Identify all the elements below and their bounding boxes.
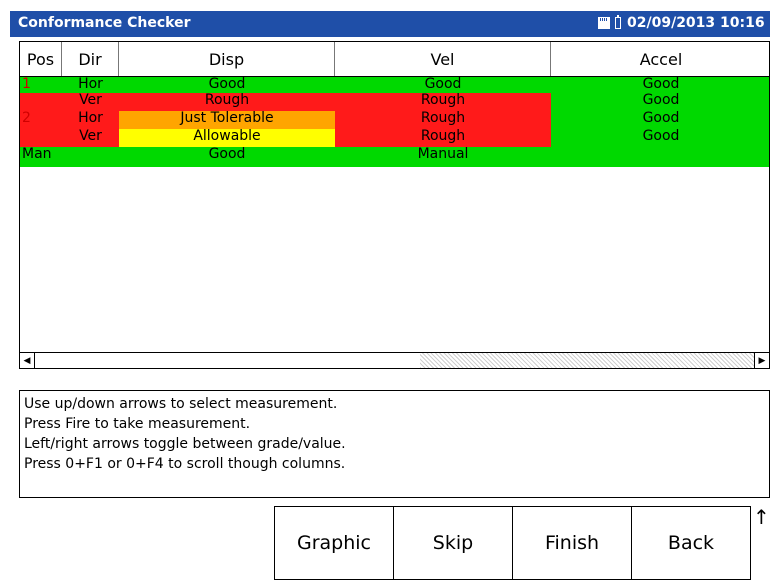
cell-vel: Manual	[335, 147, 551, 167]
cell-dir: Hor	[62, 111, 119, 129]
cell-pos	[20, 93, 62, 111]
cell-pos: 2	[20, 111, 62, 129]
column-header-accel: Accel	[551, 42, 769, 77]
cell-vel: Rough	[335, 129, 551, 147]
datetime: 02/09/2013 10:16	[627, 15, 765, 31]
cell-pos: Man	[20, 147, 62, 167]
sd-card-icon	[598, 17, 610, 29]
cell-pos: 1	[20, 77, 62, 93]
graphic-button[interactable]: Graphic	[274, 506, 394, 580]
column-header-dir: Dir	[62, 42, 119, 77]
cell-pos	[20, 129, 62, 147]
cell-dir: Ver	[62, 93, 119, 111]
window-title: Conformance Checker	[18, 15, 191, 31]
status-area: 02/09/2013 10:16	[598, 15, 765, 31]
column-header-disp: Disp	[119, 42, 335, 77]
scroll-track[interactable]	[420, 353, 754, 368]
column-header-pos: Pos	[20, 42, 62, 77]
arrow-left-icon[interactable]: ◀	[20, 353, 35, 368]
instructions-panel: Use up/down arrows to select measurement…	[19, 390, 770, 498]
finish-button[interactable]: Finish	[512, 506, 632, 580]
cell-accel	[551, 147, 769, 167]
cell-accel: Good	[551, 111, 769, 129]
cell-dir	[62, 147, 119, 167]
instruction-line: Use up/down arrows to select measurement…	[24, 396, 338, 412]
cell-vel: Rough	[335, 111, 551, 129]
column-header-vel: Vel	[335, 42, 551, 77]
cell-vel: Rough	[335, 93, 551, 111]
title-bar: Conformance Checker 02/09/2013 10:16	[10, 11, 770, 37]
cell-dir: Hor	[62, 77, 119, 93]
cell-vel: Good	[335, 77, 551, 93]
up-arrow-icon: ↑	[753, 505, 770, 529]
back-button[interactable]: Back	[631, 506, 751, 580]
skip-button[interactable]: Skip	[393, 506, 513, 580]
results-grid[interactable]: Pos Dir Disp Vel Accel 1 Hor Good Good G…	[19, 41, 770, 367]
cell-accel: Good	[551, 129, 769, 147]
cell-dir: Ver	[62, 129, 119, 147]
cell-disp: Good	[119, 147, 335, 167]
cell-disp: Allowable	[119, 129, 335, 147]
cell-accel: Good	[551, 77, 769, 93]
instruction-line: Press Fire to take measurement.	[24, 416, 251, 432]
battery-icon	[615, 15, 621, 29]
instruction-line: Press 0+F1 or 0+F4 to scroll though colu…	[24, 456, 346, 472]
cell-disp: Rough	[119, 93, 335, 111]
instruction-line: Left/right arrows toggle between grade/v…	[24, 436, 346, 452]
horizontal-scrollbar[interactable]: ◀ ▶	[19, 352, 770, 369]
arrow-right-icon[interactable]: ▶	[754, 353, 769, 368]
cell-disp: Just Tolerable	[119, 111, 335, 129]
cell-disp: Good	[119, 77, 335, 93]
cell-accel: Good	[551, 93, 769, 111]
